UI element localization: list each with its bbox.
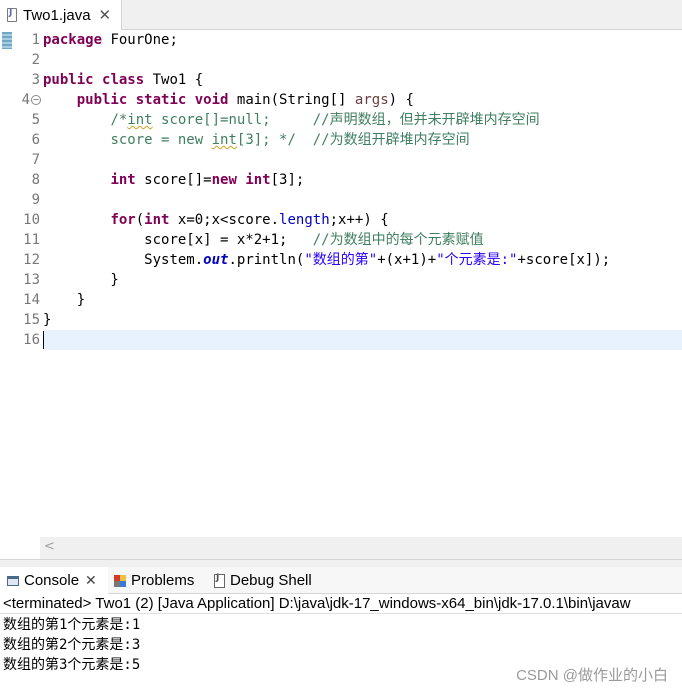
code-line-4: public static void main(String[] args) {: [76, 92, 414, 108]
code-line-1: package FourOne;: [43, 32, 178, 48]
line-number: 14: [23, 292, 40, 308]
line-number: 5: [31, 112, 40, 128]
line-number: 12: [23, 252, 40, 268]
debug-shell-icon: [214, 573, 225, 588]
line-number-gutter: 1 2 3 4 5 6 7 8 9 10 11 12 13 14 15 16: [14, 30, 40, 537]
code-line-15: }: [43, 312, 52, 328]
code-line-3: public class Two1 {: [43, 72, 204, 88]
tab-problems[interactable]: Problems: [114, 567, 194, 594]
code-text-area[interactable]: package FourOne; public class Two1 { pub…: [43, 30, 682, 537]
code-line-11: score[x] = x*2+1; //为数组中的每个元素赋值: [144, 232, 484, 248]
code-line-10: for(int x=0;x<score.length;x++) {: [110, 212, 389, 228]
close-icon[interactable]: ✕: [85, 573, 97, 589]
code-editor[interactable]: 1 2 3 4 5 6 7 8 9 10 11 12 13 14 15 16 −…: [0, 30, 682, 537]
line-number: 8: [31, 172, 40, 188]
problems-icon: [114, 574, 126, 587]
java-file-icon: [7, 8, 17, 22]
line-number: 4: [21, 92, 30, 108]
line-number: 7: [31, 152, 40, 168]
line-number: 3: [31, 72, 40, 88]
tab-debug-shell-label: Debug Shell: [230, 572, 312, 589]
line-number: 2: [31, 52, 40, 68]
line-number: 1: [31, 32, 40, 48]
watermark: CSDN @做作业的小白: [516, 667, 668, 684]
line-number: 10: [23, 212, 40, 228]
editor-tab-two1-java[interactable]: Two1.java ✕: [0, 0, 122, 30]
console-output-line: 数组的第2个元素是:3: [3, 637, 141, 653]
code-line-8: int score[]=new int[3];: [110, 172, 305, 188]
console-process-header: <terminated> Two1 (2) [Java Application]…: [0, 594, 682, 614]
code-line-12: System.out.println("数组的第"+(x+1)+"个元素是:"+…: [144, 252, 611, 268]
tab-console-label: Console: [24, 572, 80, 589]
editor-horizontal-scrollbar[interactable]: <: [40, 537, 682, 559]
tab-debug-shell[interactable]: Debug Shell: [214, 567, 312, 594]
code-line-13: }: [43, 272, 119, 288]
view-separator: [0, 559, 682, 567]
tab-problems-label: Problems: [131, 572, 195, 589]
overview-ruler-marker: [2, 32, 12, 49]
line-number: 11: [23, 232, 40, 248]
fold-collapse-icon[interactable]: −: [31, 95, 41, 105]
text-caret: [43, 331, 44, 349]
editor-tab-label: Two1.java: [23, 6, 91, 24]
line-number: 9: [31, 192, 40, 208]
line-number: 15: [23, 312, 40, 328]
code-line-14: }: [43, 292, 86, 308]
code-line-6: score = new int[3]; */ //为数组开辟堆内存空间: [110, 132, 470, 148]
tab-console[interactable]: Console ✕: [0, 567, 108, 594]
console-output-line: 数组的第1个元素是:1: [3, 617, 141, 633]
editor-tab-bar: Two1.java ✕: [0, 0, 682, 30]
line-number: 16: [23, 332, 40, 348]
console-icon: [7, 575, 19, 586]
console-tab-bar: Console ✕ Problems Debug Shell: [0, 567, 682, 594]
close-icon[interactable]: ✕: [99, 6, 112, 24]
line-number: 6: [31, 132, 40, 148]
code-line-5: /*int score[]=null; //声明数组，但并未开辟堆内存空间: [110, 112, 540, 128]
scroll-left-icon[interactable]: <: [44, 539, 55, 554]
line-number: 13: [23, 272, 40, 288]
